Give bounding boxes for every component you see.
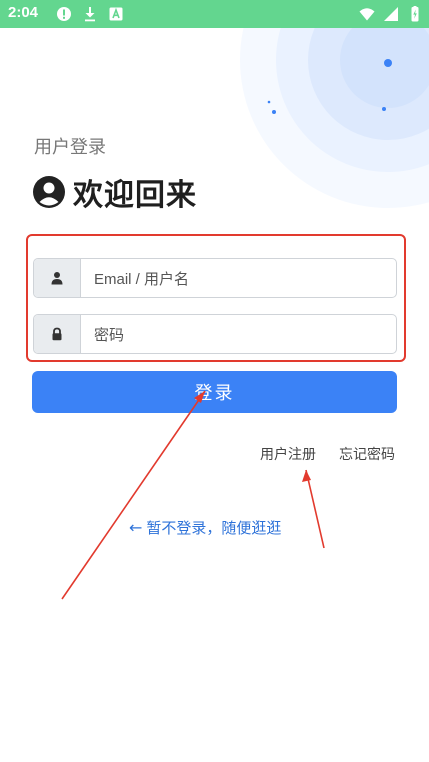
user-icon: [51, 272, 63, 285]
guest-browse-label: 暂不登录，随便逛逛: [146, 519, 282, 537]
wifi-icon: [359, 8, 375, 21]
username-field[interactable]: [33, 258, 397, 298]
status-bar: 2:04: [0, 0, 429, 28]
a-icon: [109, 7, 123, 21]
forgot-password-link[interactable]: 忘记密码: [339, 444, 395, 464]
annotation-arrow-register: [305, 469, 325, 549]
battery-icon: [411, 6, 419, 22]
alert-icon: [57, 7, 71, 21]
status-time: 2:04: [8, 4, 39, 21]
signal-icon: [384, 7, 398, 21]
download-icon: [85, 7, 95, 22]
page-subtitle: 用户登录: [34, 137, 106, 158]
lock-addon: [34, 315, 81, 353]
page-title: 欢迎回来: [73, 178, 197, 213]
annotation-arrow-login: [61, 390, 206, 600]
user-addon: [34, 259, 81, 297]
lock-icon: [52, 327, 62, 341]
register-link[interactable]: 用户注册: [260, 444, 316, 464]
arrow-left-icon: ←: [129, 518, 143, 537]
login-button[interactable]: 登录: [32, 371, 397, 413]
guest-browse-link[interactable]: ← 暂不登录，随便逛逛: [129, 517, 281, 538]
password-field[interactable]: [33, 314, 397, 354]
username-input[interactable]: [82, 259, 396, 297]
password-input[interactable]: [82, 315, 396, 353]
user-circle-icon: [33, 176, 65, 208]
annotation-arrowhead-register: [302, 470, 311, 482]
title-row: 欢迎回来: [32, 170, 197, 214]
